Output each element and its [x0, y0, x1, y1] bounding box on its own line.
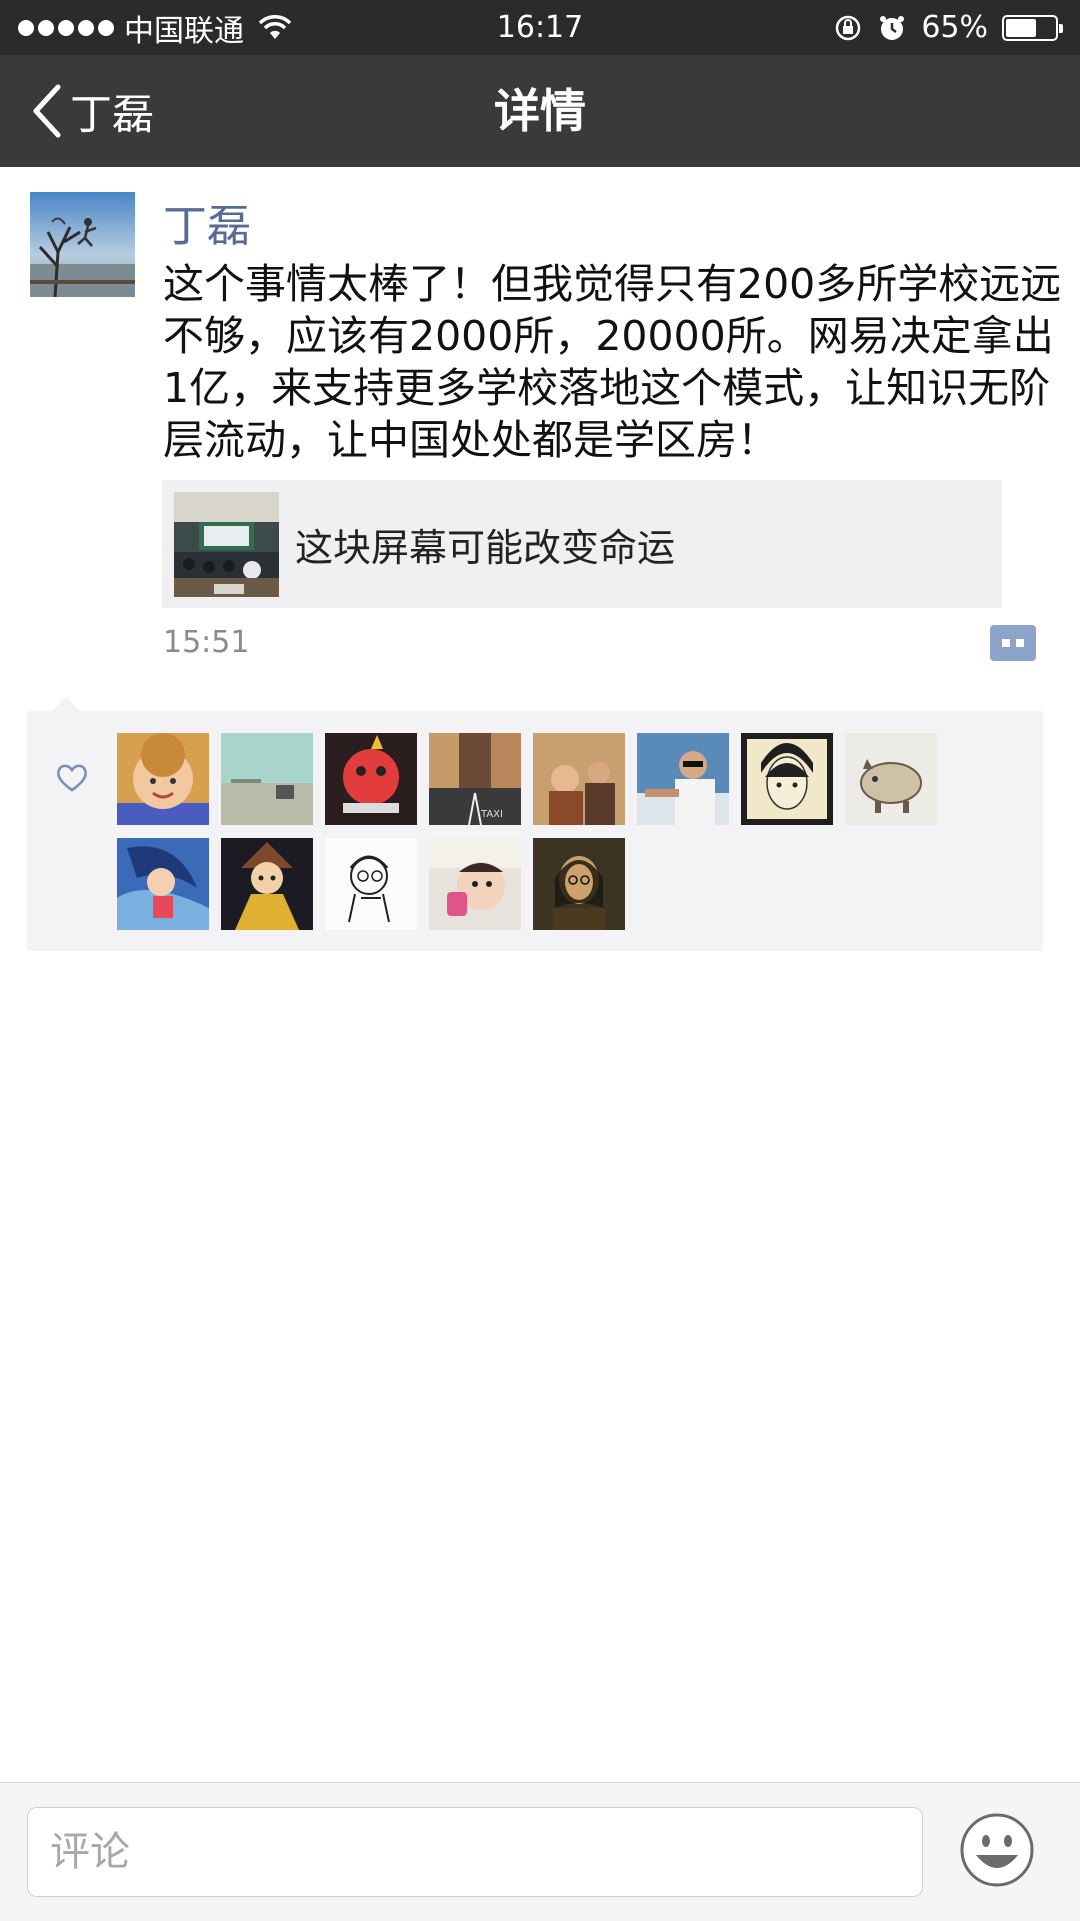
nav-bar: 丁磊 详情 [0, 55, 1080, 167]
back-button[interactable]: 丁磊 [30, 55, 154, 167]
likes-pointer [52, 697, 80, 711]
likes-panel: TAXI [27, 711, 1043, 951]
post-author-name[interactable]: 丁磊 [163, 190, 251, 254]
back-button-label: 丁磊 [70, 89, 155, 139]
status-bar: 中国联通 16:17 65% [0, 0, 1080, 55]
avatar-photo [30, 192, 135, 297]
liker-avatar[interactable] [429, 838, 521, 930]
alarm-icon [880, 15, 905, 40]
comment-input[interactable] [27, 1807, 923, 1897]
liker-avatar[interactable] [637, 733, 729, 825]
liker-avatar[interactable] [533, 838, 625, 930]
liker-avatar[interactable] [221, 733, 313, 825]
battery-icon [1002, 14, 1063, 41]
liker-avatar[interactable] [117, 733, 209, 825]
liker-avatar[interactable] [117, 838, 209, 930]
status-right: 65% [833, 0, 1063, 55]
heart-icon [57, 764, 87, 792]
liker-avatar[interactable] [325, 733, 417, 825]
author-avatar[interactable] [30, 192, 135, 297]
liker-avatar[interactable] [533, 733, 625, 825]
comment-bar [0, 1782, 1080, 1921]
liker-avatar[interactable] [325, 838, 417, 930]
orientation-lock-icon [836, 15, 861, 40]
liker-avatar[interactable] [221, 838, 313, 930]
page-title: 详情 [494, 84, 586, 138]
smiley-face-icon[interactable] [958, 1811, 1036, 1889]
liker-avatar[interactable] [845, 733, 937, 825]
comment-menu-button[interactable] [990, 625, 1036, 661]
chevron-left-icon [33, 84, 61, 138]
liker-avatar[interactable] [741, 733, 833, 825]
battery-percent: 65% [921, 10, 988, 45]
post-timestamp: 15:51 [163, 625, 250, 660]
liker-avatar[interactable]: TAXI [429, 733, 521, 825]
link-thumbnail [174, 491, 279, 597]
shared-link-card[interactable]: 这块屏幕可能改变命运 [162, 480, 1002, 608]
svg-text:TAXI: TAXI [480, 809, 503, 820]
battery-fill [1006, 18, 1036, 37]
post-text: 这个事情太棒了！但我觉得只有200多所学校远远不够，应该有2000所，20000… [163, 260, 1062, 464]
link-title: 这块屏幕可能改变命运 [295, 525, 676, 570]
